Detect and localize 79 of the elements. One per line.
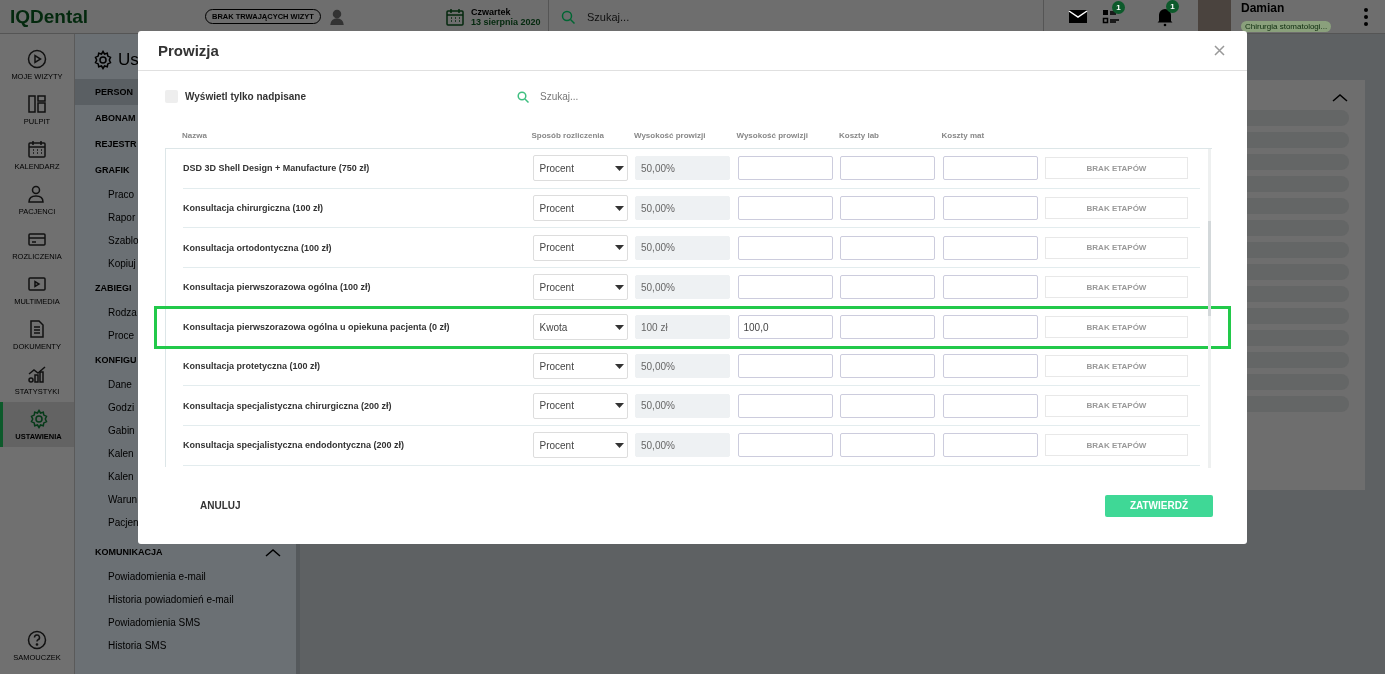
table-cell-text: Konsultacja pierwszorazowa ogólna (100 zł) <box>183 282 372 293</box>
date-label: 13 sierpnia 2020 <box>471 16 541 27</box>
input-field: 50,00% <box>635 196 730 221</box>
avatar-photo-placeholder <box>1198 0 1231 34</box>
input-field[interactable]: 100,0 <box>737 315 833 340</box>
sidebar-item[interactable]: Powiadomienia SMS <box>75 611 296 634</box>
logo[interactable]: IQDental <box>10 5 205 28</box>
sidebar-item[interactable]: Historia powiadomień e-mail <box>75 588 296 611</box>
dropdown[interactable]: Procent <box>532 274 628 301</box>
input-field: 50,00% <box>635 275 730 300</box>
person-icon <box>27 183 47 204</box>
dropdown[interactable]: Procent <box>532 195 628 222</box>
table-cell-text: DSD 3D Shell Design + Manufacture (750 zł) <box>183 163 371 174</box>
count-badge: 1 <box>1166 0 1179 13</box>
more-menu-icon[interactable] <box>1363 6 1369 27</box>
task-list-icon[interactable] <box>1102 8 1120 25</box>
caret-down-icon <box>614 363 624 369</box>
calendar-icon <box>27 138 47 159</box>
sidebar-item[interactable]: Powiadomienia e-mail <box>75 565 296 588</box>
dropdown[interactable]: Kwota <box>532 314 628 341</box>
count-badge: 1 <box>1112 1 1125 14</box>
caret-down-icon <box>614 165 624 171</box>
caret-down-icon <box>614 284 624 290</box>
sidebar-item[interactable]: Historia SMS <box>75 634 296 657</box>
table-cell-text: Konsultacja pierwszorazowa ogólna u opiekuna pacjenta (0 zł) <box>183 322 451 333</box>
cancel-button[interactable]: ANULUJ <box>188 494 253 517</box>
modal-title: Prowizja <box>158 42 219 59</box>
table-cell-text: Konsultacja ortodontyczna (100 zł) <box>183 242 333 253</box>
caret-down-icon <box>614 205 624 211</box>
dashboard-icon <box>27 93 47 114</box>
table-cell-text: Konsultacja protetyczna (100 zł) <box>183 361 322 372</box>
mail-icon[interactable] <box>1068 8 1088 25</box>
input-field: 50,00% <box>635 156 730 181</box>
input-field: 100 zł <box>635 315 730 340</box>
caret-down-icon <box>614 442 624 448</box>
play-icon <box>27 48 47 69</box>
input-field: 50,00% <box>635 354 730 379</box>
settings-icon <box>93 50 113 70</box>
scrollbar-thumb[interactable] <box>1208 221 1211 316</box>
close-icon[interactable] <box>1214 45 1225 56</box>
settings-icon <box>28 408 49 429</box>
calendar-icon <box>445 6 465 27</box>
scrollbar[interactable] <box>1208 149 1211 468</box>
dropdown[interactable]: Procent <box>532 432 628 459</box>
chevron-up-icon[interactable] <box>264 546 282 558</box>
column-header: Wysokość prowizji <box>634 130 707 140</box>
column-header: Nazwa <box>182 130 208 140</box>
chart-icon <box>27 363 47 384</box>
caret-down-icon <box>614 324 624 330</box>
input-field: 50,00% <box>635 393 730 418</box>
user-name: Damian <box>1241 0 1286 15</box>
table-cell-text: Konsultacja chirurgiczna (100 zł) <box>183 203 325 214</box>
column-header: Sposób rozliczenia <box>531 130 605 140</box>
sidebar-section[interactable]: KOMUNIKACJA <box>75 539 163 565</box>
dropdown[interactable]: Procent <box>532 353 628 380</box>
document-icon <box>27 318 47 339</box>
caret-down-icon <box>614 245 624 251</box>
role-badge: Chirurgia stomatologi... <box>1241 20 1332 32</box>
dropdown[interactable]: Procent <box>532 392 628 419</box>
search-field[interactable]: Szukaj... <box>585 9 705 24</box>
column-header: Koszty mat <box>941 130 986 140</box>
dropdown[interactable]: Procent <box>532 155 628 182</box>
help-icon <box>27 629 47 650</box>
search-icon <box>561 9 575 24</box>
chevron-up-icon[interactable] <box>1331 92 1349 103</box>
page-title: Us <box>118 50 139 70</box>
user-icon <box>329 8 344 25</box>
checkbox-label: Wyświetl tylko nadpisane <box>185 91 306 102</box>
input-field: 50,00% <box>635 433 730 458</box>
dropdown[interactable]: Procent <box>532 234 628 261</box>
caret-down-icon <box>614 403 624 409</box>
bell-icon[interactable] <box>1156 6 1174 27</box>
column-header: Wysokość prowizji <box>736 130 809 140</box>
table-cell-text: Konsultacja specjalistyczna chirurgiczna (200 zł) <box>183 400 393 411</box>
search-icon <box>517 90 529 103</box>
table-cell-text: Konsultacja specjalistyczna endodontyczna (200 zł) <box>183 440 406 451</box>
input-field: 50,00% <box>635 235 730 260</box>
day-label: Czwartek <box>471 6 512 17</box>
column-header: Koszty lab <box>839 130 880 140</box>
